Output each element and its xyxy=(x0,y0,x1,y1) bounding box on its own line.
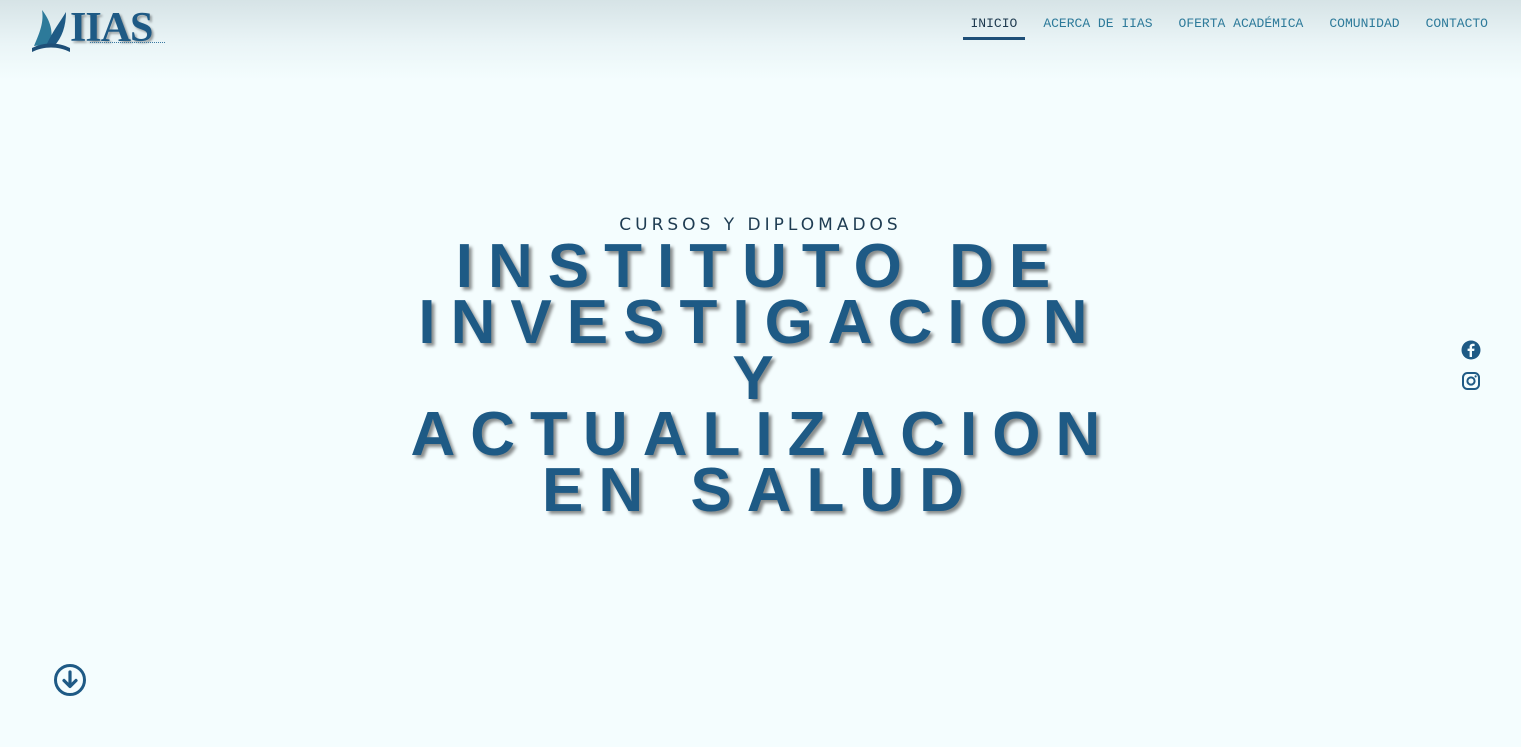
hero-section: CURSOS Y DIPLOMADOS INSTITUTO DE INVESTI… xyxy=(0,215,1521,525)
hero-title: INSTITUTO DE INVESTIGACION Y ACTUALIZACI… xyxy=(410,232,1116,525)
nav-item-acerca[interactable]: ACERCA DE IIAS xyxy=(1035,12,1160,40)
nav-item-comunidad[interactable]: COMUNIDAD xyxy=(1321,12,1407,40)
nav-item-inicio[interactable]: INICIO xyxy=(962,12,1026,40)
logo-tagline-line xyxy=(90,42,165,45)
nav-item-contacto[interactable]: CONTACTO xyxy=(1418,12,1496,40)
instagram-icon[interactable] xyxy=(1461,371,1481,391)
main-nav: INICIO ACERCA DE IIAS OFERTA ACADÉMICA C… xyxy=(953,12,1497,40)
facebook-icon[interactable] xyxy=(1461,340,1481,360)
site-header: IIAS INICIO ACERCA DE IIAS OFERTA ACADÉM… xyxy=(0,0,1521,80)
arrow-down-circle-icon[interactable] xyxy=(53,663,87,697)
nav-item-oferta[interactable]: OFERTA ACADÉMICA xyxy=(1171,12,1312,40)
site-logo[interactable]: IIAS xyxy=(30,2,170,58)
social-links xyxy=(1461,340,1483,402)
